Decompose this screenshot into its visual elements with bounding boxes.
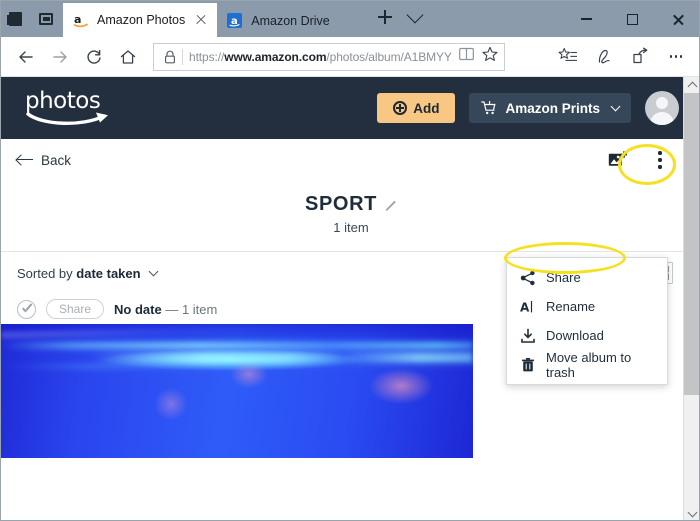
favorites-hub-icon[interactable] <box>551 41 585 73</box>
photos-logo[interactable]: photos <box>23 86 123 130</box>
set-aside-tabs-icon[interactable] <box>39 10 57 28</box>
secure-lock-icon <box>160 50 180 64</box>
minimize-button[interactable] <box>563 2 609 36</box>
star-icon[interactable] <box>482 46 498 67</box>
cart-icon <box>481 100 497 116</box>
tab-amazon-photos[interactable]: a Amazon Photos <box>63 3 218 37</box>
kebab-menu-icon[interactable] <box>649 148 671 172</box>
back-button[interactable]: Back <box>17 153 71 168</box>
share-icon <box>519 270 536 286</box>
menu-item-download[interactable]: Download <box>507 321 667 350</box>
browser-window: a Amazon Photos a Amazon Drive https://w… <box>0 0 700 521</box>
avatar[interactable] <box>645 91 679 125</box>
menu-item-move-to-trash[interactable]: Move album to trash <box>507 349 667 380</box>
sort-chevron-down-icon[interactable] <box>148 266 159 276</box>
svg-text:A: A <box>520 300 530 314</box>
menu-label: Rename <box>546 299 596 314</box>
add-button[interactable]: Add <box>377 93 456 123</box>
scroll-up-button[interactable] <box>684 77 699 93</box>
tab-title: Amazon Drive <box>251 13 330 28</box>
url-input[interactable]: https://www.amazon.com/photos/album/A1BM… <box>153 42 505 71</box>
menu-item-rename[interactable]: A Rename <box>507 292 667 321</box>
url-text: https://www.amazon.com/photos/album/A1BM… <box>189 49 453 64</box>
album-toolbar-right <box>608 148 685 172</box>
page-scrollbar[interactable] <box>683 77 699 520</box>
tab-amazon-drive[interactable]: a Amazon Drive <box>217 4 367 37</box>
browser-toolbar <box>551 41 693 73</box>
album-toolbar: Back <box>17 139 685 181</box>
tab-title: Amazon Photos <box>97 13 186 27</box>
back-label: Back <box>41 152 72 168</box>
photo-thumbnail[interactable] <box>1 324 473 458</box>
album-item-count: 1 item <box>333 220 369 235</box>
chevron-down-icon[interactable] <box>406 6 424 23</box>
more-icon[interactable] <box>659 41 693 73</box>
browser-tab-bar: a Amazon Photos a Amazon Drive <box>1 1 699 37</box>
sort-label: Sorted by date taken <box>17 265 141 281</box>
amazon-prints-button[interactable]: Amazon Prints <box>469 93 631 123</box>
download-icon <box>519 328 536 344</box>
group-date-label: No date — 1 item <box>114 301 218 317</box>
menu-label: Share <box>546 270 581 285</box>
amazon-photos-header: photos Add Amazon Prints <box>1 77 699 139</box>
browser-address-bar: https://www.amazon.com/photos/album/A1BM… <box>1 37 699 77</box>
reading-view-icon[interactable] <box>459 47 474 66</box>
titlebar-left-tools <box>1 1 63 37</box>
notes-icon[interactable] <box>7 10 27 28</box>
menu-item-share[interactable]: Share <box>507 263 667 292</box>
close-window-button[interactable] <box>655 2 699 36</box>
album-title-block: SPORT 1 item <box>17 181 685 251</box>
maximize-button[interactable] <box>609 2 655 36</box>
amazon-prints-label: Amazon Prints <box>505 100 600 116</box>
new-tab-button[interactable] <box>377 9 393 25</box>
close-icon[interactable] <box>193 12 209 28</box>
scroll-down-button[interactable] <box>684 506 699 520</box>
group-share-button[interactable]: Share <box>46 299 105 319</box>
amazon-drive-icon: a <box>227 12 243 29</box>
svg-text:a: a <box>74 13 81 26</box>
select-all-check-icon[interactable] <box>17 299 36 319</box>
back-arrow-icon <box>17 154 33 166</box>
back-icon[interactable] <box>9 41 43 73</box>
home-icon[interactable] <box>111 41 145 73</box>
chevron-down-icon <box>610 101 621 111</box>
add-button-label: Add <box>413 100 440 116</box>
add-photos-icon[interactable] <box>608 151 628 169</box>
pencil-icon[interactable] <box>383 199 397 215</box>
menu-label: Move album to trash <box>546 349 632 380</box>
header-actions: Add Amazon Prints <box>377 91 679 125</box>
menu-label: Download <box>546 328 604 343</box>
window-controls <box>563 1 699 37</box>
trash-icon <box>519 357 536 373</box>
share-icon[interactable] <box>623 41 657 73</box>
album-area: Back SPORT 1 item <box>1 139 699 251</box>
page-title: SPORT <box>305 193 377 215</box>
forward-icon[interactable] <box>43 41 77 73</box>
page-content: photos Add Amazon Prints Back SPORT 1 it… <box>1 77 699 520</box>
tabbar-actions <box>367 1 431 35</box>
album-options-menu: Share A Rename Download Move album to tr… <box>506 257 668 385</box>
refresh-icon[interactable] <box>77 41 111 73</box>
amazon-a-icon: a <box>73 12 89 28</box>
notes-pen-icon[interactable] <box>587 41 621 73</box>
plus-circle-icon <box>393 101 408 115</box>
amazon-smile-icon <box>26 112 114 128</box>
rename-icon: A <box>519 299 536 315</box>
scrollbar-thumb[interactable] <box>684 93 699 395</box>
